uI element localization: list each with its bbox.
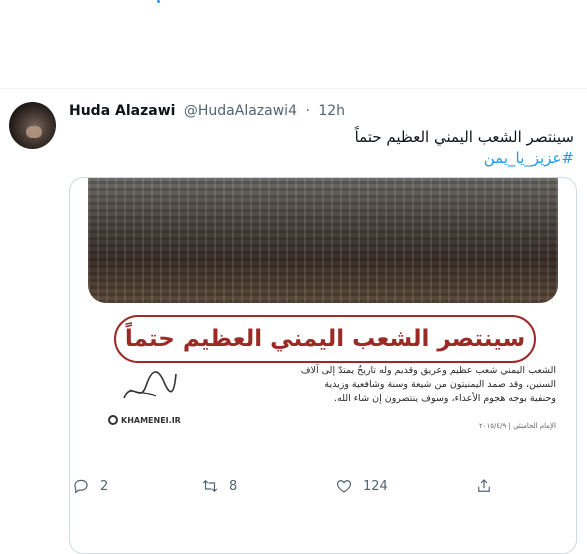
retweet-count: 8 bbox=[229, 478, 238, 494]
retweet-button[interactable]: 8 bbox=[201, 477, 237, 495]
media-attribution: الإمام الخامنئي | ٢٠١٥/٤/٩ bbox=[478, 422, 556, 430]
hashtag-link[interactable]: #عزيز_يا_يمن bbox=[74, 148, 574, 169]
crowd-photo bbox=[88, 178, 558, 303]
tweet-actions: 2 8 124 bbox=[69, 477, 569, 497]
signature-image bbox=[123, 371, 177, 399]
share-icon bbox=[478, 479, 490, 492]
share-button[interactable] bbox=[475, 477, 493, 495]
tweet[interactable]: Huda Alazawi @HudaAlazawi4 · 12h سينتصر … bbox=[0, 89, 587, 554]
media-headline: سينتصر الشعب اليمني العظيم حتماً bbox=[114, 315, 536, 363]
tweet-header: Huda Alazawi @HudaAlazawi4 · 12h bbox=[69, 103, 345, 119]
retweet-icon bbox=[202, 479, 218, 493]
tweet-text: سينتصر الشعب اليمني العظيم حتماً #عزيز_ي… bbox=[74, 127, 574, 169]
author-name[interactable]: Huda Alazawi bbox=[69, 103, 175, 119]
reply-count: 2 bbox=[100, 478, 109, 494]
khamenei-logo: KHAMENEI.IR bbox=[108, 415, 181, 425]
avatar[interactable] bbox=[9, 102, 56, 149]
author-handle[interactable]: @HudaAlazawi4 bbox=[184, 103, 297, 119]
logo-text: KHAMENEI.IR bbox=[121, 415, 181, 425]
tweet-body: سينتصر الشعب اليمني العظيم حتماً bbox=[354, 128, 574, 146]
logo-mark-icon bbox=[108, 415, 118, 425]
previous-tweet-fragment bbox=[157, 0, 160, 3]
timestamp[interactable]: 12h bbox=[318, 103, 345, 119]
reply-icon bbox=[74, 479, 88, 494]
reply-button[interactable]: 2 bbox=[72, 477, 108, 495]
media-quote: الشعب اليمني شعب عظيم وعريق وقديم وله تا… bbox=[300, 365, 556, 404]
avatar-detail bbox=[26, 126, 42, 138]
like-button[interactable]: 124 bbox=[335, 477, 388, 495]
like-count: 124 bbox=[363, 478, 388, 494]
separator: · bbox=[305, 103, 310, 119]
tweet-media[interactable]: سينتصر الشعب اليمني العظيم حتماً الشعب ا… bbox=[69, 177, 577, 554]
heart-icon bbox=[336, 480, 352, 493]
